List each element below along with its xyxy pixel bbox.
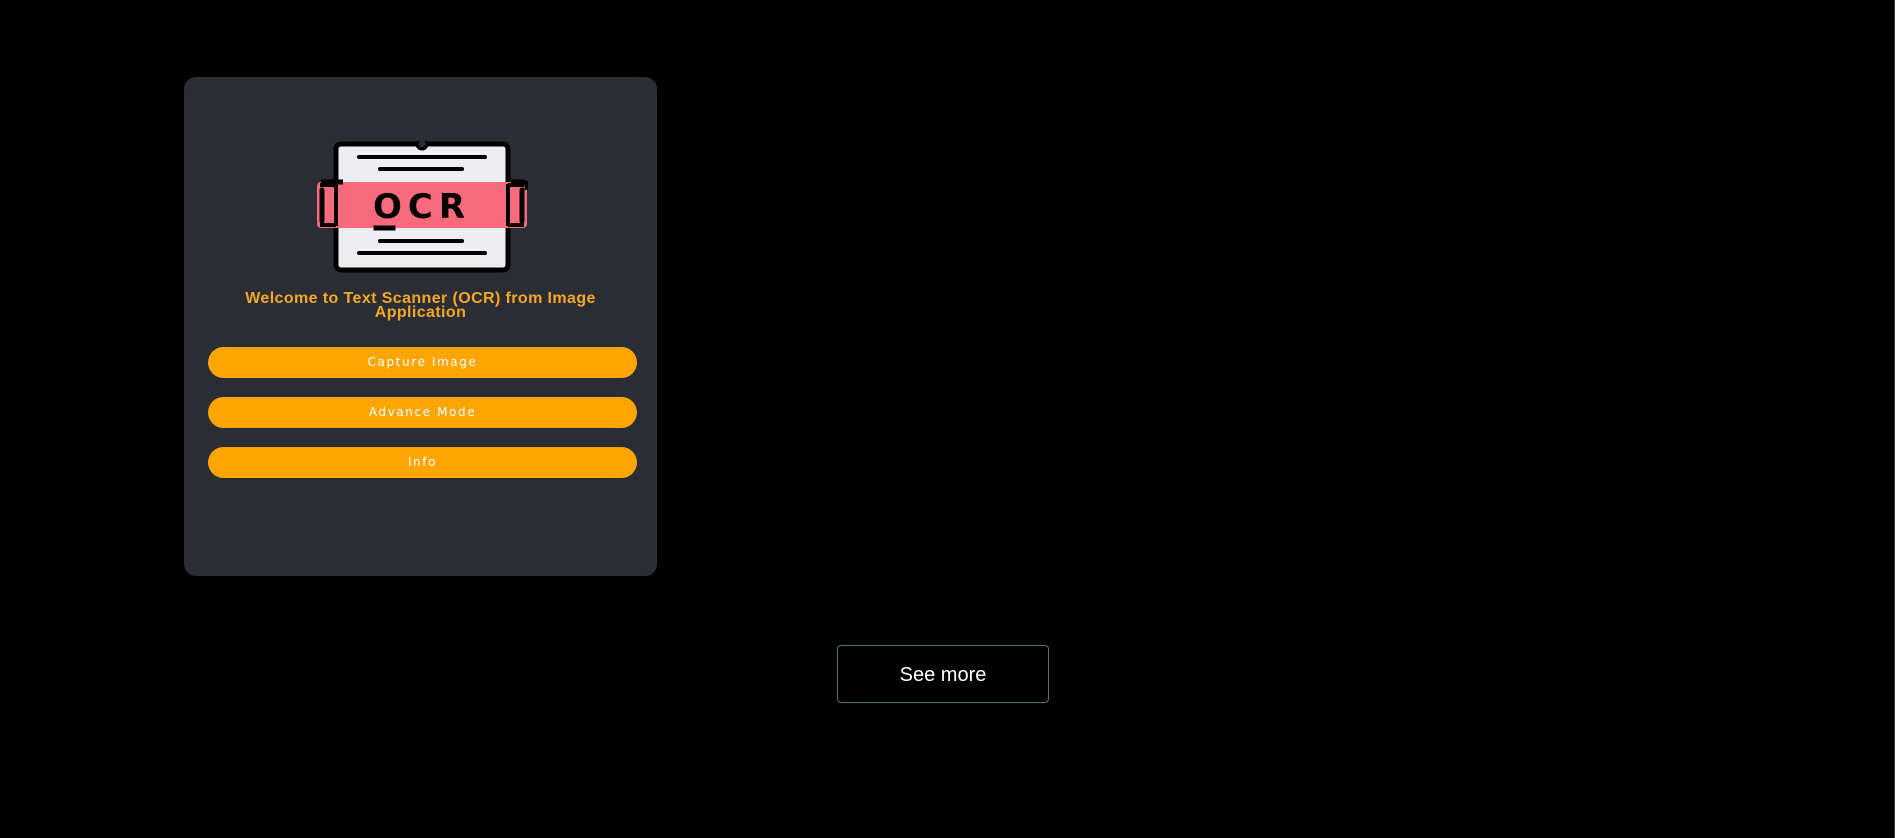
app-card: OCR Welcome to Text Scanner (OCR) from I… [184, 77, 657, 576]
capture-image-button[interactable]: Capture Image [208, 347, 637, 378]
info-button[interactable]: Info [208, 447, 637, 478]
ocr-logo-text: OCR [373, 187, 471, 227]
advance-mode-button[interactable]: Advance Mode [208, 397, 637, 428]
see-more-button[interactable]: See more [837, 645, 1049, 703]
page: OCR Welcome to Text Scanner (OCR) from I… [0, 0, 1895, 838]
welcome-heading: Welcome to Text Scanner (OCR) from Image… [245, 290, 596, 321]
